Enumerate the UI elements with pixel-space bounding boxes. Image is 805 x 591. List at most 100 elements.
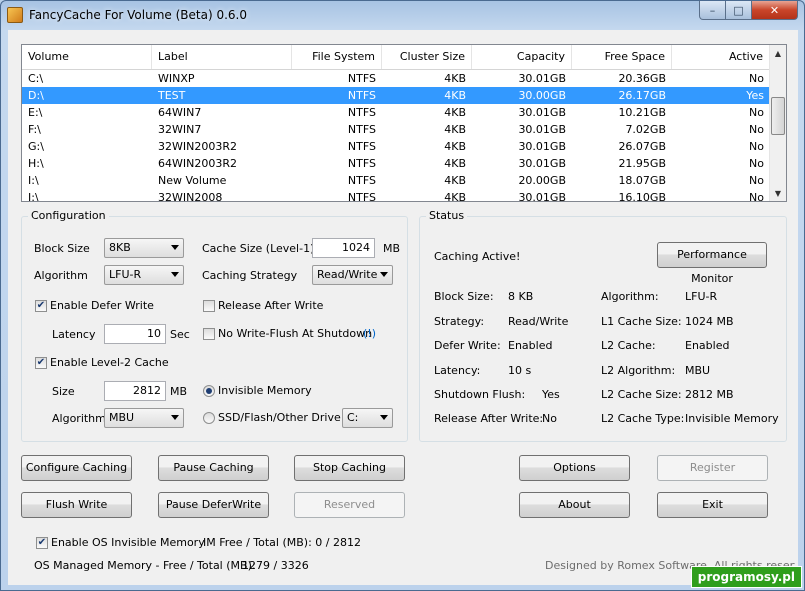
column-header-file-system[interactable]: File System (292, 45, 382, 69)
chevron-down-icon (171, 415, 179, 420)
scroll-up-arrow-icon[interactable]: ▲ (770, 45, 786, 61)
status-shutdown-flush-label: Shutdown Flush: (434, 388, 526, 401)
column-header-label[interactable]: Label (152, 45, 292, 69)
enable-level2-checkbox[interactable]: ✔ (35, 357, 47, 369)
release-after-write-label[interactable]: Release After Write (218, 299, 323, 312)
latency-input[interactable]: 10 (104, 324, 166, 344)
register-button[interactable]: Register (657, 455, 768, 481)
minimize-button[interactable]: – (699, 1, 726, 20)
cache-size-unit: MB (383, 242, 401, 255)
volume-list[interactable]: Volume Label File System Cluster Size Ca… (21, 44, 787, 202)
invisible-memory-label[interactable]: Invisible Memory (218, 384, 312, 397)
title-bar[interactable]: FancyCache For Volume (Beta) 0.6.0 – □ ✕ (1, 1, 804, 29)
configure-caching-button[interactable]: Configure Caching (21, 455, 132, 481)
column-header-capacity[interactable]: Capacity (472, 45, 572, 69)
volume-list-header: Volume Label File System Cluster Size Ca… (22, 45, 770, 70)
table-row[interactable]: H:\ 64WIN2003R2 NTFS 4KB 30.01GB 21.95GB… (22, 155, 770, 172)
table-row[interactable]: F:\ 32WIN7 NTFS 4KB 30.01GB 7.02GB No (22, 121, 770, 138)
status-group: Status Caching Active! Performance Monit… (419, 209, 787, 442)
about-button[interactable]: About (519, 492, 630, 518)
no-write-flush-checkbox[interactable] (203, 328, 215, 340)
options-button[interactable]: Options (519, 455, 630, 481)
pause-deferwrite-button[interactable]: Pause DeferWrite (158, 492, 269, 518)
reserved-button[interactable]: Reserved (294, 492, 405, 518)
l2-size-unit: MB (170, 385, 188, 398)
cell-file-system: NTFS (347, 174, 376, 187)
block-size-value: 8KB (109, 241, 131, 254)
cell-label: 32WIN2008 (158, 191, 223, 202)
enable-os-invisible-memory-checkbox[interactable]: ✔ (36, 537, 48, 549)
l2-algorithm-select[interactable]: MBU (104, 408, 184, 428)
cell-capacity: 30.01GB (518, 123, 566, 136)
cell-cluster-size: 4KB (444, 191, 466, 202)
status-algorithm-value: LFU-R (685, 290, 718, 303)
column-header-volume[interactable]: Volume (22, 45, 152, 69)
caching-strategy-select[interactable]: Read/Write (312, 265, 393, 285)
table-row[interactable]: E:\ 64WIN7 NTFS 4KB 30.01GB 10.21GB No (22, 104, 770, 121)
l2-size-input[interactable]: 2812 (104, 381, 166, 401)
cell-active: No (749, 191, 764, 202)
table-row[interactable]: C:\ WINXP NTFS 4KB 30.01GB 20.36GB No (22, 70, 770, 87)
configuration-group-title: Configuration (28, 209, 109, 222)
column-header-cluster-size[interactable]: Cluster Size (382, 45, 472, 69)
table-row[interactable]: G:\ 32WIN2003R2 NTFS 4KB 30.01GB 26.07GB… (22, 138, 770, 155)
cell-file-system: NTFS (347, 140, 376, 153)
cell-cluster-size: 4KB (444, 72, 466, 85)
cell-cluster-size: 4KB (444, 106, 466, 119)
enable-defer-write-label[interactable]: Enable Defer Write (50, 299, 154, 312)
algorithm-select[interactable]: LFU-R (104, 265, 184, 285)
exit-button[interactable]: Exit (657, 492, 768, 518)
enable-os-invisible-memory-label[interactable]: Enable OS Invisible Memory (51, 536, 205, 549)
cell-capacity: 20.00GB (518, 174, 566, 187)
cell-label: New Volume (158, 174, 227, 187)
table-row-selected[interactable]: D:\ TEST NTFS 4KB 30.00GB 26.17GB Yes (22, 87, 770, 104)
app-window: FancyCache For Volume (Beta) 0.6.0 – □ ✕… (0, 0, 805, 591)
caching-active-text: Caching Active! (434, 250, 521, 263)
status-l2-cache-size-label: L2 Cache Size: (601, 388, 682, 401)
l2-algorithm-value: MBU (109, 411, 135, 424)
stop-caching-button[interactable]: Stop Caching (294, 455, 405, 481)
scrollbar-thumb[interactable] (771, 97, 785, 135)
flush-write-button[interactable]: Flush Write (21, 492, 132, 518)
enable-level2-label[interactable]: Enable Level-2 Cache (50, 356, 169, 369)
cache-size-input[interactable]: 1024 (312, 238, 375, 258)
cell-volume: D:\ (28, 89, 44, 102)
cache-size-label: Cache Size (Level-1) (202, 242, 315, 255)
vertical-scrollbar[interactable]: ▲ ▼ (769, 45, 786, 201)
no-write-flush-hint-link[interactable]: (!) (363, 327, 376, 340)
caching-strategy-value: Read/Write (317, 268, 378, 281)
column-header-free-space[interactable]: Free Space (572, 45, 672, 69)
watermark-logo: programosy.pl (690, 566, 802, 588)
block-size-select[interactable]: 8KB (104, 238, 184, 258)
performance-monitor-button[interactable]: Performance Monitor (657, 242, 767, 285)
status-defer-write-label: Defer Write: (434, 339, 501, 352)
scroll-down-arrow-icon[interactable]: ▼ (770, 185, 786, 201)
table-row[interactable]: I:\ New Volume NTFS 4KB 20.00GB 18.07GB … (22, 172, 770, 189)
status-shutdown-flush-value: Yes (542, 388, 560, 401)
table-row[interactable]: J:\ 32WIN2008 NTFS 4KB 30.01GB 16.10GB N… (22, 189, 770, 202)
release-after-write-checkbox[interactable] (203, 300, 215, 312)
status-release-after-write-value: No (542, 412, 557, 425)
cell-cluster-size: 4KB (444, 123, 466, 136)
cell-free-space: 26.07GB (618, 140, 666, 153)
column-header-active[interactable]: Active (672, 45, 770, 69)
status-release-after-write-label: Release After Write: (434, 412, 544, 425)
no-write-flush-label[interactable]: No Write-Flush At Shutdown (218, 327, 372, 340)
enable-defer-write-checkbox[interactable]: ✔ (35, 300, 47, 312)
status-strategy-value: Read/Write (508, 315, 569, 328)
cell-volume: G:\ (28, 140, 44, 153)
cell-volume: F:\ (28, 123, 41, 136)
ssd-flash-label[interactable]: SSD/Flash/Other Drive (218, 411, 341, 424)
maximize-button[interactable]: □ (726, 1, 752, 20)
status-l2-cache-label: L2 Cache: (601, 339, 656, 352)
ssd-flash-radio[interactable] (203, 412, 215, 424)
drive-select[interactable]: C: (342, 408, 393, 428)
drive-value: C: (347, 411, 359, 424)
cell-active: No (749, 123, 764, 136)
close-button[interactable]: ✕ (752, 1, 798, 20)
pause-caching-button[interactable]: Pause Caching (158, 455, 269, 481)
cell-label: TEST (158, 89, 186, 102)
cell-file-system: NTFS (347, 72, 376, 85)
client-area: Volume Label File System Cluster Size Ca… (8, 30, 798, 585)
invisible-memory-radio[interactable] (203, 385, 215, 397)
